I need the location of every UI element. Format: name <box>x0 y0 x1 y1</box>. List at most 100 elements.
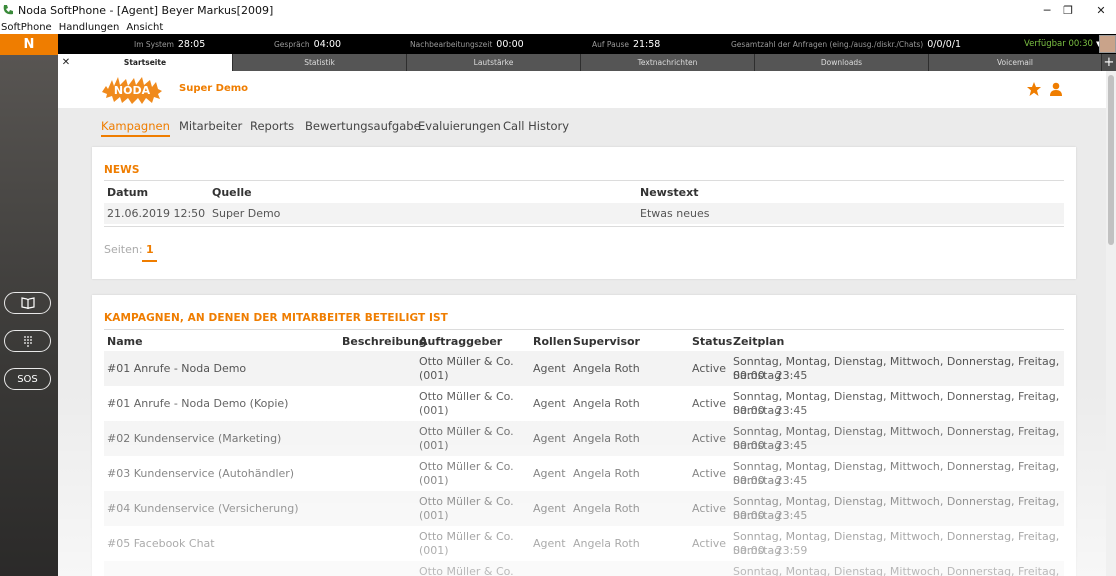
campaign-rolle: Agent <box>533 432 566 445</box>
logo-text: NODA <box>114 84 151 97</box>
news-col-quelle: Quelle <box>212 186 252 199</box>
news-card: NEWS Datum Quelle Newstext 21.06.2019 12… <box>92 147 1076 279</box>
campaign-auftraggeber-id: (001) <box>419 404 449 417</box>
status-label: Im System <box>134 39 174 49</box>
campaign-name: #01 Anrufe - Noda Demo (Kopie) <box>107 397 289 410</box>
campaign-auftraggeber: Otto Müller & Co. <box>419 355 514 368</box>
status-label: Auf Pause <box>592 39 629 49</box>
window-titlebar: Noda SoftPhone - [Agent] Beyer Markus[20… <box>0 0 1116 20</box>
add-tab-icon[interactable]: + <box>1102 54 1116 71</box>
campaign-rolle: Agent <box>533 467 566 480</box>
news-col-datum: Datum <box>107 186 149 199</box>
campaign-supervisor: Angela Roth <box>573 432 640 445</box>
campaign-auftraggeber: Otto Müller & Co. <box>419 565 514 576</box>
app-phone-icon <box>3 5 14 15</box>
status-value: 00:00 <box>496 38 524 50</box>
status-anfragen: Gesamtzahl der Anfragen (eing./ausg./dis… <box>731 34 961 54</box>
campaign-name: #01 Anrufe - Noda Demo <box>107 362 247 375</box>
status-nachbearbeitung: Nachbearbeitungszeit 00:00 <box>410 34 524 54</box>
camp-col-status: Status <box>692 335 733 348</box>
status-label: Nachbearbeitungszeit <box>410 39 493 49</box>
tab-voicemail[interactable]: Voicemail <box>929 54 1102 71</box>
availability-label: Verfügbar 00:30 <box>1024 39 1093 49</box>
close-window-button[interactable]: ✕ <box>1084 0 1116 20</box>
campaign-name: #04 Kundenservice (Versicherung) <box>107 502 299 515</box>
news-datum: 21.06.2019 12:50 <box>107 207 206 220</box>
tab-lautstaerke[interactable]: Lautstärke <box>407 54 581 71</box>
campaign-status: Active <box>692 537 727 550</box>
divider <box>104 329 1064 330</box>
nav-call-history[interactable]: Call History <box>503 119 569 133</box>
phonebook-button[interactable] <box>4 292 51 314</box>
campaign-auftraggeber: Otto Müller & Co. <box>419 530 514 543</box>
campaign-supervisor: Angela Roth <box>573 537 640 550</box>
pagination-page-1[interactable]: 1 <box>146 243 154 257</box>
user-icon[interactable] <box>1048 81 1064 97</box>
campaign-auftraggeber: Otto Müller & Co. <box>419 495 514 508</box>
campaign-supervisor: Angela Roth <box>573 397 640 410</box>
status-label: Gesamtzahl der Anfragen (eing./ausg./dis… <box>731 39 924 49</box>
campaign-auftraggeber: Otto Müller & Co. <box>419 460 514 473</box>
menu-softphone[interactable]: SoftPhone <box>1 22 52 33</box>
menu-ansicht[interactable]: Ansicht <box>126 22 163 33</box>
camp-col-supervisor: Supervisor <box>573 335 640 348</box>
tab-downloads[interactable]: Downloads <box>755 54 929 71</box>
tab-strip: ✕ Startseite Statistik Lautstärke Textna… <box>58 54 1116 71</box>
campaigns-card: KAMPAGNEN, AN DENEN DER MITARBEITER BETE… <box>92 295 1076 576</box>
campaign-status: Active <box>692 467 727 480</box>
camp-col-rollen: Rollen <box>533 335 572 348</box>
campaign-name: #03 Kundenservice (Autohändler) <box>107 467 295 480</box>
campaign-zeitplan-days: Sonntag, Montag, Dienstag, Mittwoch, Don… <box>733 565 1060 576</box>
campaign-auftraggeber-id: (001) <box>419 474 449 487</box>
campaign-status: Active <box>692 397 727 410</box>
window-title: Noda SoftPhone - [Agent] Beyer Markus[20… <box>18 3 274 17</box>
close-tab-icon[interactable]: ✕ <box>60 54 72 71</box>
scrollbar-thumb[interactable] <box>1108 75 1114 245</box>
tab-startseite[interactable]: Startseite <box>58 54 233 71</box>
vertical-scrollbar[interactable] <box>1106 71 1116 576</box>
news-text: Etwas neues <box>640 207 710 220</box>
nav-mitarbeiter[interactable]: Mitarbeiter <box>179 119 242 133</box>
sos-button[interactable]: SOS <box>4 368 51 390</box>
nav-reports[interactable]: Reports <box>250 119 294 133</box>
status-value: 28:05 <box>177 38 206 50</box>
news-quelle: Super Demo <box>212 207 281 220</box>
divider <box>104 226 1064 227</box>
campaign-auftraggeber: Otto Müller & Co. <box>419 390 514 403</box>
main-nav: Kampagnen Mitarbeiter Reports Bewertungs… <box>58 108 1106 144</box>
main-content: NODA Super Demo Kampagnen Mitarbeiter Re… <box>58 71 1116 576</box>
campaign-auftraggeber: Otto Müller & Co. <box>419 425 514 438</box>
restore-button[interactable]: ❐ <box>1051 0 1085 20</box>
nav-kampagnen[interactable]: Kampagnen <box>101 119 170 137</box>
news-title: NEWS <box>104 164 140 176</box>
noda-logo[interactable]: NODA <box>100 74 164 106</box>
camp-col-zeitplan: Zeitplan <box>733 335 785 348</box>
campaign-supervisor: Angela Roth <box>573 502 640 515</box>
nav-bewertungsaufgabe[interactable]: Bewertungsaufgabe <box>305 119 421 133</box>
camp-col-beschreibung: Beschreibung <box>342 335 427 348</box>
campaign-zeitplan-time: 00:00 - 23:45 <box>733 509 808 522</box>
menubar: SoftPhone Handlungen Ansicht <box>0 20 1116 34</box>
campaign-name: #02 Kundenservice (Marketing) <box>107 432 282 445</box>
campaign-rolle: Agent <box>533 502 566 515</box>
star-icon[interactable] <box>1026 81 1042 97</box>
campaign-zeitplan-time: 00:00 - 23:45 <box>733 439 808 452</box>
tab-textnachrichten[interactable]: Textnachrichten <box>581 54 755 71</box>
campaign-supervisor: Angela Roth <box>573 467 640 480</box>
status-gespraech: Gespräch 04:00 <box>274 34 341 54</box>
divider <box>104 180 1064 181</box>
camp-col-auftraggeber: Auftraggeber <box>419 335 503 348</box>
nav-evaluierungen[interactable]: Evaluierungen <box>418 119 501 133</box>
tab-statistik[interactable]: Statistik <box>233 54 407 71</box>
availability-dropdown[interactable]: Verfügbar 00:30 ▼ <box>1024 34 1101 54</box>
left-sidebar: N SOS <box>0 34 58 576</box>
avatar[interactable] <box>1099 35 1116 53</box>
noda-n-logo[interactable]: N <box>0 34 58 55</box>
campaign-rolle: Agent <box>533 537 566 550</box>
campaign-auftraggeber-id: (001) <box>419 509 449 522</box>
menu-handlungen[interactable]: Handlungen <box>59 22 120 33</box>
news-col-newstext: Newstext <box>640 186 699 199</box>
dialpad-button[interactable] <box>4 330 51 352</box>
status-value: 0/0/0/1 <box>927 38 962 50</box>
campaign-auftraggeber-id: (001) <box>419 544 449 557</box>
